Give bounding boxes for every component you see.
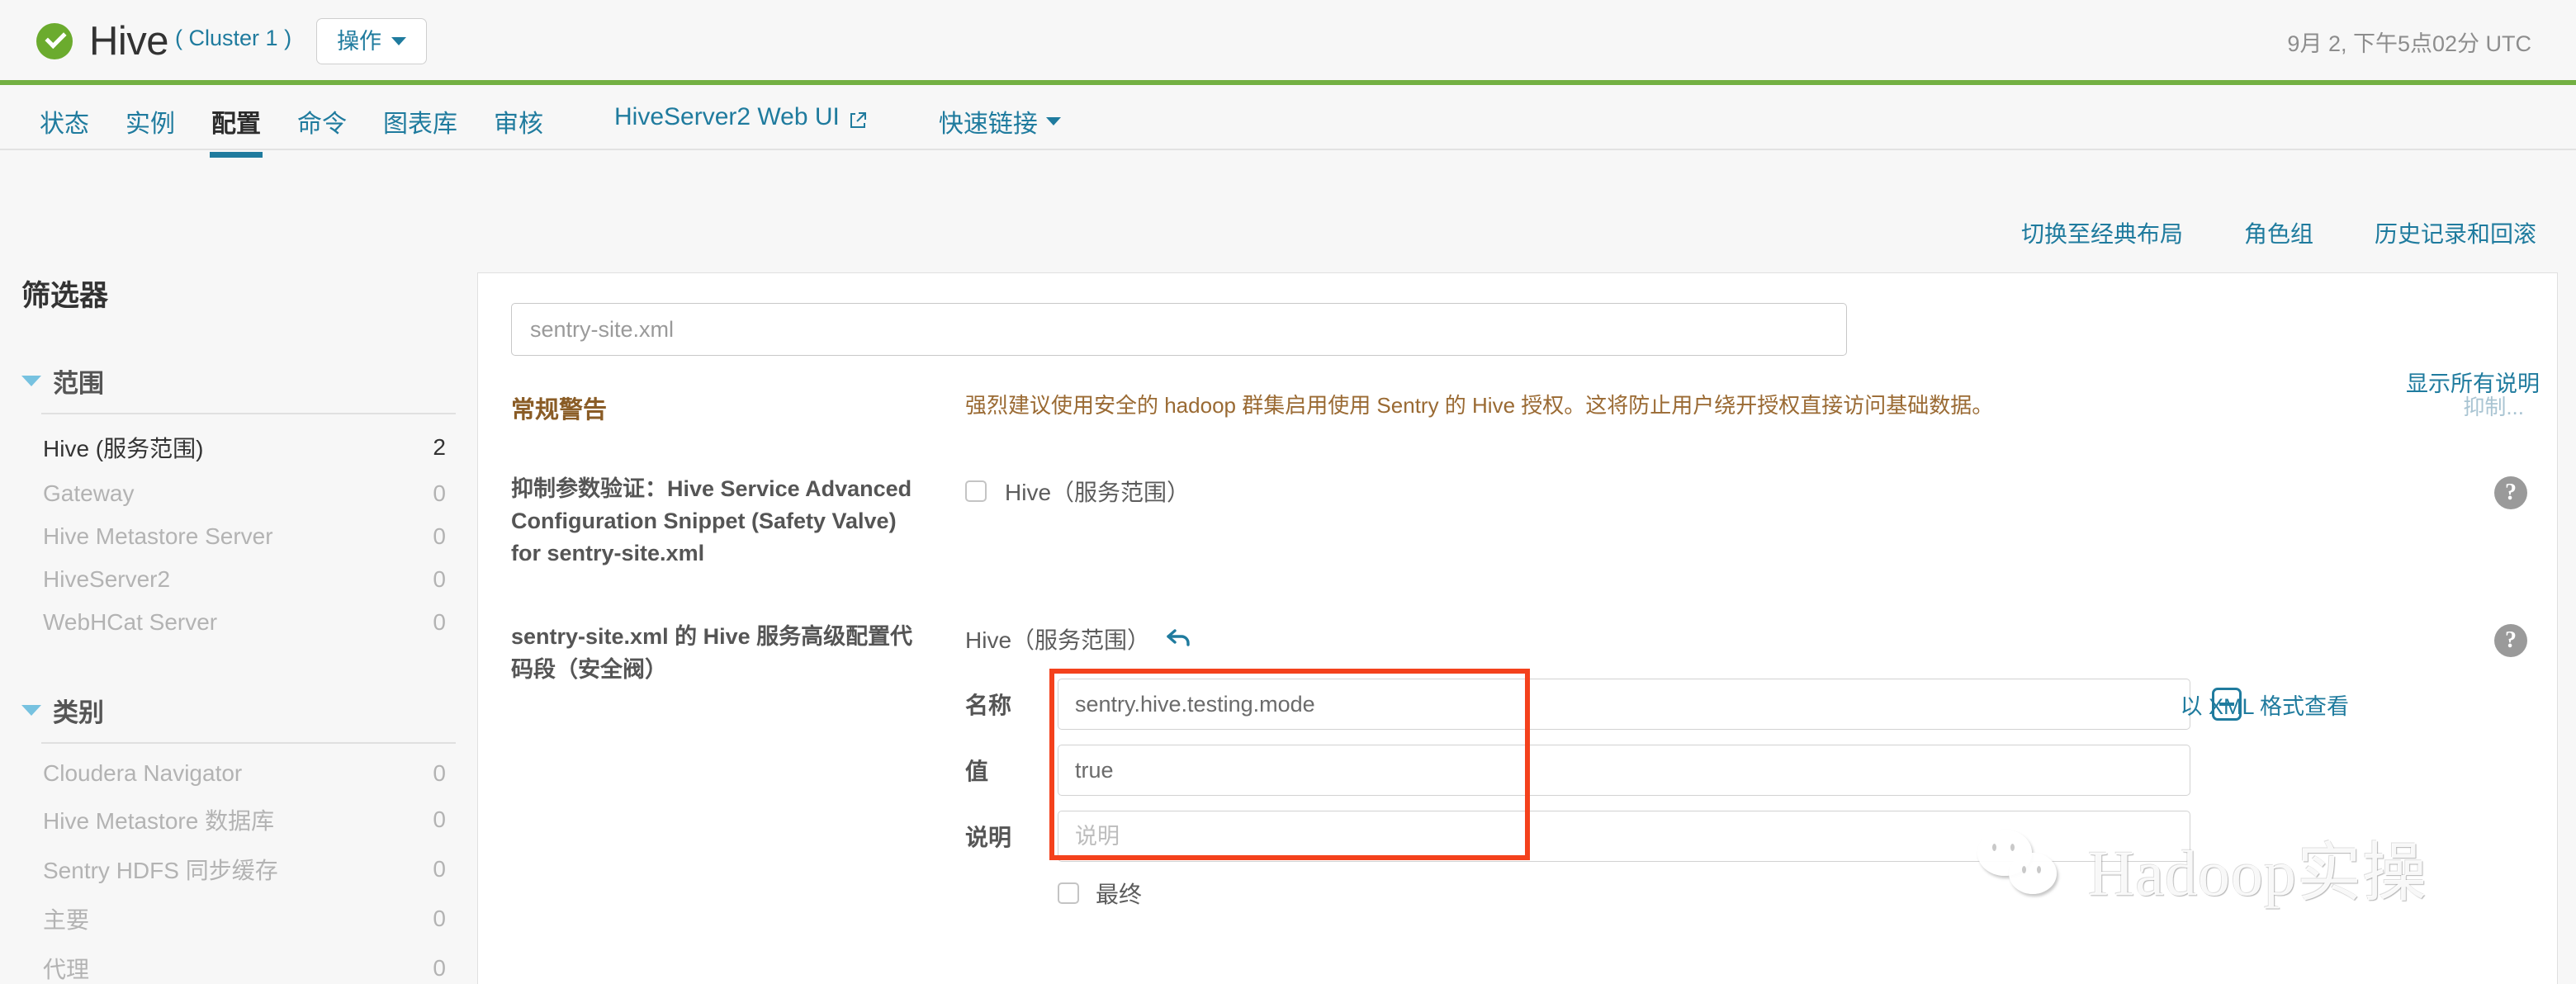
search-input[interactable] (511, 303, 1847, 356)
safety-valve-row: sentry-site.xml 的 Hive 服务高级配置代码段（安全阀） Hi… (478, 621, 2557, 910)
suppress-validation-checkbox-line: Hive（服务范围） (965, 475, 2524, 508)
filter-item-count: 0 (433, 566, 446, 592)
service-tabs: 状态 实例 配置 命令 图表库 审核 HiveServer2 Web UI 快速… (0, 85, 2576, 158)
filter-item-count: 0 (433, 609, 446, 635)
description-field[interactable] (1058, 811, 2190, 863)
link-hiveserver2-web-ui[interactable]: HiveServer2 Web UI (596, 103, 886, 149)
safety-valve-body: Hive（服务范围） 名称 sentry.hive.testing.mode 值… (965, 621, 2524, 910)
final-checkbox-label: 最终 (1096, 882, 1143, 908)
filter-item-label: WebHCat Server (43, 609, 218, 635)
role-groups-link[interactable]: 角色组 (2244, 216, 2313, 249)
filter-item-label: Sentry HDFS 同步缓存 (43, 858, 278, 883)
facet-category: 类别 Cloudera Navigator 0 Hive Metastore 数… (18, 692, 456, 984)
cluster-name[interactable]: ( Cluster 1 ) (175, 26, 291, 51)
filter-item-proxy[interactable]: 代理 0 (41, 944, 456, 984)
facet-scope-list: Hive (服务范围) 2 Gateway 0 Hive Metastore S… (41, 414, 456, 644)
suppress-validation-label: 抑制参数验证：Hive Service Advanced Configurati… (511, 476, 912, 566)
suppress-validation-checkbox-label: Hive（服务范围） (1005, 480, 1191, 505)
help-icon[interactable]: ? (2494, 476, 2527, 509)
suppress-validation-row: 抑制参数验证：Hive Service Advanced Configurati… (478, 473, 2557, 570)
filter-item-count: 0 (433, 480, 446, 506)
value-field[interactable] (1058, 745, 2190, 797)
header-timestamp: 9月 2, 下午5点02分 UTC (2287, 31, 2531, 56)
filter-item-count: 2 (433, 434, 446, 460)
filter-item-webhcat-server[interactable]: WebHCat Server 0 (41, 601, 456, 644)
filter-item-label: 主要 (43, 907, 90, 933)
chevron-down-icon (1045, 117, 1061, 125)
filter-item-label: Hive Metastore 数据库 (43, 808, 275, 834)
facet-category-list: Cloudera Navigator 0 Hive Metastore 数据库 … (41, 744, 456, 984)
filter-item-count: 0 (433, 955, 446, 981)
suppress-validation-body: Hive（服务范围） (965, 473, 2524, 570)
description-field-label: 说明 (965, 825, 1012, 851)
filter-item-hive-service-wide[interactable]: Hive (服务范围) 2 (41, 423, 456, 472)
nav-divider (0, 149, 2576, 150)
facet-category-title: 类别 (53, 698, 104, 727)
filter-item-label: Hive (服务范围) (43, 436, 204, 461)
chevron-down-icon (21, 705, 41, 716)
configuration-panel: 常规警告 强烈建议使用安全的 hadoop 群集启用使用 Sentry 的 Hi… (477, 272, 2558, 984)
facet-scope-header[interactable]: 范围 (18, 362, 456, 400)
suppress-validation-checkbox[interactable] (965, 480, 987, 502)
filter-item-sentry-hdfs-sync-cache[interactable]: Sentry HDFS 同步缓存 0 (41, 844, 456, 894)
general-warning-text: 强烈建议使用安全的 hadoop 群集启用使用 Sentry 的 Hive 授权… (965, 393, 1994, 418)
filter-item-hive-metastore-server[interactable]: Hive Metastore Server 0 (41, 515, 456, 558)
filter-item-cloudera-navigator[interactable]: Cloudera Navigator 0 (41, 752, 456, 795)
chevron-down-icon (21, 376, 41, 386)
filter-item-count: 0 (433, 807, 446, 832)
safety-valve-scope-label: Hive（服务范围） (965, 627, 1151, 654)
filter-item-label: HiveServer2 (43, 566, 171, 592)
quick-links-label: 快速链接 (938, 111, 1038, 138)
actions-button-label: 操作 (337, 28, 382, 54)
filter-item-main[interactable]: 主要 0 (41, 894, 456, 944)
field-row-description: 说明 (965, 811, 2524, 863)
filter-item-hive-metastore-database[interactable]: Hive Metastore 数据库 0 (41, 795, 456, 844)
chevron-down-icon (391, 36, 407, 45)
filter-item-count: 0 (433, 856, 446, 882)
search-row (478, 273, 2557, 356)
filter-item-hiveserver2[interactable]: HiveServer2 0 (41, 558, 456, 601)
filter-item-label: Cloudera Navigator (43, 760, 243, 786)
hiveserver2-web-ui-label: HiveServer2 Web UI (614, 103, 840, 130)
actions-button[interactable]: 操作 (316, 17, 428, 65)
filters-title: 筛选器 (21, 280, 109, 312)
show-all-descriptions-link[interactable]: 显示所有说明 (2406, 366, 2540, 398)
undo-arrow-icon[interactable] (1165, 627, 1193, 652)
general-warning-row: 常规警告 强烈建议使用安全的 hadoop 群集启用使用 Sentry 的 Hi… (478, 390, 2557, 425)
facet-category-header[interactable]: 类别 (18, 692, 456, 729)
filter-item-count: 0 (433, 906, 446, 931)
filter-item-label: 代理 (43, 957, 90, 982)
safety-valve-scope-line: Hive（服务范围） (965, 622, 2524, 655)
config-action-links: 切换至经典布局 角色组 历史记录和回滚 (2021, 216, 2536, 249)
filters-sidebar: 筛选器 范围 Hive (服务范围) 2 Gateway 0 Hive Meta… (18, 272, 456, 984)
facet-scope-title: 范围 (53, 369, 104, 398)
general-warning-label: 常规警告 (511, 397, 608, 423)
facet-scope: 范围 Hive (服务范围) 2 Gateway 0 Hive Metastor… (18, 362, 456, 644)
final-checkbox-line: 最终 (1058, 877, 2524, 910)
name-field-label: 名称 (965, 693, 1012, 719)
filter-item-label: Gateway (43, 480, 135, 506)
filter-item-gateway[interactable]: Gateway 0 (41, 472, 456, 515)
filter-item-count: 0 (433, 760, 446, 786)
final-checkbox[interactable] (1058, 882, 1079, 905)
page-header: Hive ( Cluster 1 ) 操作 9月 2, 下午5点02分 UTC (0, 0, 2576, 83)
value-field-label: 值 (965, 759, 989, 785)
page-title: Hive (89, 19, 169, 64)
switch-to-classic-layout-link[interactable]: 切换至经典布局 (2021, 216, 2183, 249)
filter-item-label: Hive Metastore Server (43, 523, 273, 549)
view-as-xml-link[interactable]: 以 XML 格式查看 (2180, 688, 2349, 721)
field-row-value: 值 (965, 745, 2524, 797)
external-link-icon (848, 109, 868, 129)
history-and-rollback-link[interactable]: 历史记录和回滚 (2375, 216, 2536, 249)
check-circle-icon (36, 23, 73, 59)
name-field[interactable] (1058, 679, 2190, 731)
page-root: Hive ( Cluster 1 ) 操作 9月 2, 下午5点02分 UTC … (0, 0, 2576, 984)
filter-item-count: 0 (433, 523, 446, 549)
safety-valve-label: sentry-site.xml 的 Hive 服务高级配置代码段（安全阀） (511, 624, 913, 682)
